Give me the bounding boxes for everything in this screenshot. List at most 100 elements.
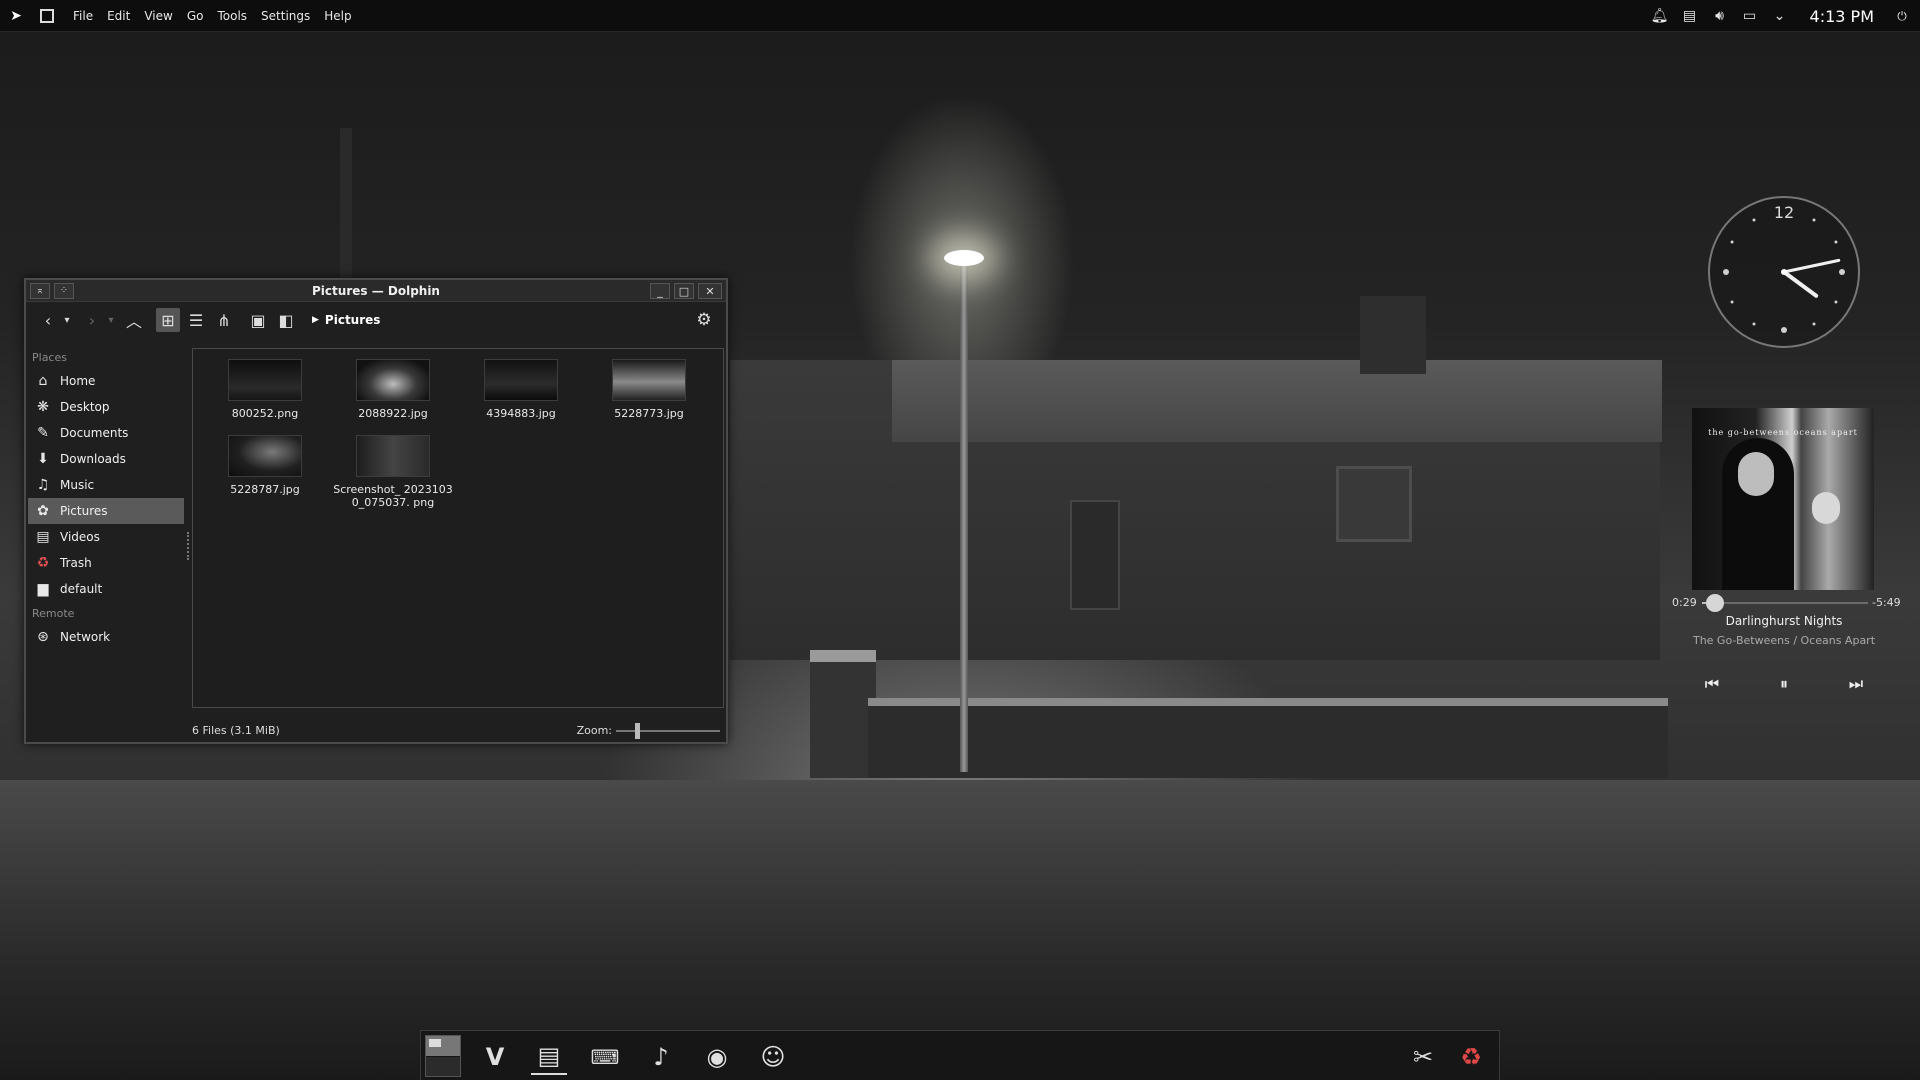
sidebar-item-network[interactable]: ⊛ Network [28, 624, 184, 650]
documents-icon: ✎ [37, 425, 49, 441]
system-tray: 🔔︎ ▤ 🔊︎ ▭ ⌄ 4:13 PM ⏻ [1651, 0, 1920, 32]
menu-go[interactable]: Go [180, 9, 211, 23]
next-track-button[interactable]: ⏭ [1844, 672, 1868, 696]
file-item[interactable]: Screenshot_ 20231030_075037. png [333, 435, 453, 509]
discord-icon[interactable]: ☺ [755, 1039, 791, 1075]
album-caption: the go-betweens oceans apart [1708, 428, 1858, 437]
sidebar-item-home[interactable]: ⌂ Home [28, 368, 184, 394]
global-menu: File Edit View Go Tools Settings Help [66, 9, 359, 23]
file-item[interactable]: 5228773.jpg [589, 359, 709, 420]
file-thumbnail [612, 359, 686, 401]
pause-button[interactable]: ⏸ [1772, 672, 1796, 696]
clock-tick [1839, 269, 1845, 275]
clock-tick [1812, 322, 1816, 326]
breadcrumb-chevron-icon: ▶ [312, 315, 319, 325]
seek-bar[interactable] [1702, 602, 1868, 604]
previous-track-button[interactable]: ⏮ [1700, 672, 1724, 696]
panel-clock[interactable]: 4:13 PM [1810, 7, 1874, 26]
sidebar-item-downloads[interactable]: ⬇ Downloads [28, 446, 184, 472]
settings-tools-icon[interactable]: ✂ [1405, 1039, 1441, 1075]
chevron-down-icon[interactable]: ⌄ [1772, 8, 1788, 24]
analog-clock-widget[interactable]: 12 [1708, 196, 1860, 348]
file-thumbnail [484, 359, 558, 401]
notifications-icon[interactable]: 🔔︎ [1651, 8, 1669, 24]
menu-help[interactable]: Help [317, 9, 358, 23]
sidebar-item-desktop[interactable]: ❋ Desktop [28, 394, 184, 420]
icons-view-button[interactable]: ⊞ [156, 308, 180, 332]
downloads-icon: ⬇ [37, 451, 49, 467]
seek-handle[interactable] [1706, 594, 1725, 612]
file-item[interactable]: 5228787.jpg [205, 435, 325, 496]
preview-button[interactable]: ▣ [246, 308, 270, 332]
vivaldi-icon[interactable]: V [477, 1039, 513, 1075]
split-view-button[interactable]: ◧ [274, 308, 298, 332]
sidebar-item-videos[interactable]: ▤ Videos [28, 524, 184, 550]
up-button[interactable]: ︿ [122, 308, 146, 332]
eye-icon[interactable]: ◉ [699, 1039, 735, 1075]
breadcrumb[interactable]: ▶ Pictures [312, 313, 380, 327]
tree-view-button[interactable]: ⋔ [212, 308, 236, 332]
minimize-button[interactable]: _ [650, 283, 670, 299]
zoom-slider-track[interactable] [616, 730, 720, 732]
bottom-dock: V ▤ ⌨ ♪ ◉ ☺ ✂ ♻ [420, 1030, 1500, 1080]
details-view-button[interactable]: ☰ [184, 308, 208, 332]
clock-tick [1752, 218, 1756, 222]
file-item[interactable]: 4394883.jpg [461, 359, 581, 420]
file-item[interactable]: 2088922.jpg [333, 359, 453, 420]
clock-tick [1834, 240, 1838, 244]
file-thumbnail [228, 359, 302, 401]
back-button[interactable]: ‹ [36, 308, 60, 332]
music-player-icon[interactable]: ♪ [643, 1039, 679, 1075]
kde-logo-icon[interactable]: ➤ [8, 8, 24, 24]
track-title: Darlinghurst Nights [1725, 614, 1843, 628]
trash-icon: ♻ [36, 555, 50, 571]
desktop-pager[interactable] [425, 1035, 461, 1077]
pager-desktop-1[interactable] [426, 1036, 460, 1056]
gear-icon[interactable]: ⚙ [692, 308, 716, 332]
window-titlebar[interactable]: ⌅ ⁘ Pictures — Dolphin _ □ ✕ [26, 280, 726, 302]
top-panel: ➤ File Edit View Go Tools Settings Help … [0, 0, 1920, 32]
clipboard-icon[interactable]: ▤ [1682, 8, 1698, 24]
file-name: 4394883.jpg [486, 407, 556, 420]
panel-resize-handle[interactable] [187, 532, 190, 560]
window-icon[interactable] [40, 8, 54, 23]
maximize-button[interactable]: □ [674, 283, 694, 299]
terminal-icon[interactable]: ⌨ [587, 1039, 623, 1075]
menu-view[interactable]: View [137, 9, 179, 23]
file-thumbnail [356, 435, 430, 477]
breadcrumb-current[interactable]: Pictures [325, 313, 381, 327]
keep-above-icon[interactable]: ⌅ [30, 282, 50, 299]
clock-tick [1834, 300, 1838, 304]
pager-desktop-2[interactable] [426, 1057, 460, 1076]
sidebar-item-documents[interactable]: ✎ Documents [28, 420, 184, 446]
volume-icon[interactable]: 🔊︎ [1712, 8, 1728, 24]
places-header: Places [32, 351, 67, 364]
all-desktops-icon[interactable]: ⁘ [54, 282, 74, 299]
file-view[interactable]: 800252.png 2088922.jpg 4394883.jpg 52287… [192, 348, 724, 708]
zoom-slider-handle[interactable] [635, 723, 640, 739]
menu-settings[interactable]: Settings [254, 9, 317, 23]
sidebar-item-music[interactable]: ♫ Music [28, 472, 184, 498]
status-bar: 6 Files (3.1 MiB) Zoom: [192, 720, 724, 740]
power-icon[interactable]: ⏻ [1894, 8, 1910, 24]
forward-history-chevron-icon[interactable]: ▾ [104, 308, 118, 332]
sidebar-item-default[interactable]: ▆ default [28, 576, 184, 602]
menu-tools[interactable]: Tools [210, 9, 254, 23]
menu-file[interactable]: File [66, 9, 100, 23]
file-thumbnail [356, 359, 430, 401]
close-button[interactable]: ✕ [698, 283, 722, 299]
sidebar-item-pictures[interactable]: ✿ Pictures [28, 498, 184, 524]
toolbar: ‹ ▾ › ▾ ︿ ⊞ ☰ ⋔ ▣ ◧ ▶ Pictures ⚙ [26, 302, 726, 338]
clock-hour-hand [1782, 270, 1819, 298]
sidebar-item-trash[interactable]: ♻ Trash [28, 550, 184, 576]
document-viewer-icon[interactable]: ▤ [531, 1039, 567, 1075]
menu-edit[interactable]: Edit [100, 9, 137, 23]
forward-button[interactable]: › [80, 308, 104, 332]
recycle-icon[interactable]: ♻ [1453, 1039, 1489, 1075]
folder-icon: ▆ [37, 581, 49, 597]
pictures-icon: ✿ [37, 503, 49, 519]
back-history-chevron-icon[interactable]: ▾ [60, 308, 74, 332]
file-item[interactable]: 800252.png [205, 359, 325, 420]
zoom-label: Zoom: [576, 723, 612, 737]
display-icon[interactable]: ▭ [1742, 8, 1758, 24]
